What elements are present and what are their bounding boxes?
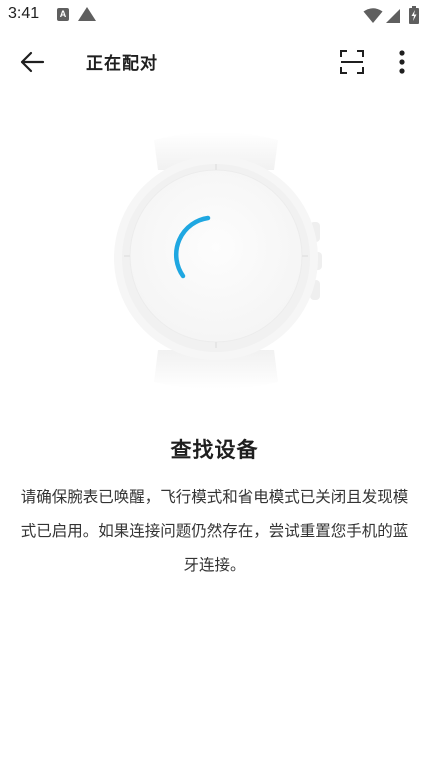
page-title: 正在配对 — [86, 54, 158, 74]
scan-icon — [340, 50, 364, 74]
find-device-title: 查找设备 — [170, 438, 259, 462]
battery-charging-icon — [409, 6, 419, 24]
more-options-button[interactable] — [386, 44, 418, 80]
more-vert-icon — [399, 50, 405, 74]
watch-icon — [114, 132, 322, 389]
status-bar: 3:41 A — [0, 0, 429, 30]
status-time: 3:41 — [8, 5, 40, 22]
wifi-icon — [363, 8, 383, 23]
watch-illustration — [104, 130, 328, 390]
cellular-signal-icon — [386, 9, 400, 23]
a-notification-icon: A — [57, 8, 69, 21]
back-button[interactable] — [14, 44, 50, 80]
scan-button[interactable] — [334, 44, 370, 80]
find-device-description: 请确保腕表已唤醒，飞行模式和省电模式已关闭且发现模式已启用。如果连接问题仍然存在… — [20, 488, 409, 574]
back-arrow-icon — [20, 51, 45, 73]
triangle-notification-icon — [78, 7, 96, 21]
app-bar: 正在配对 — [0, 30, 429, 92]
